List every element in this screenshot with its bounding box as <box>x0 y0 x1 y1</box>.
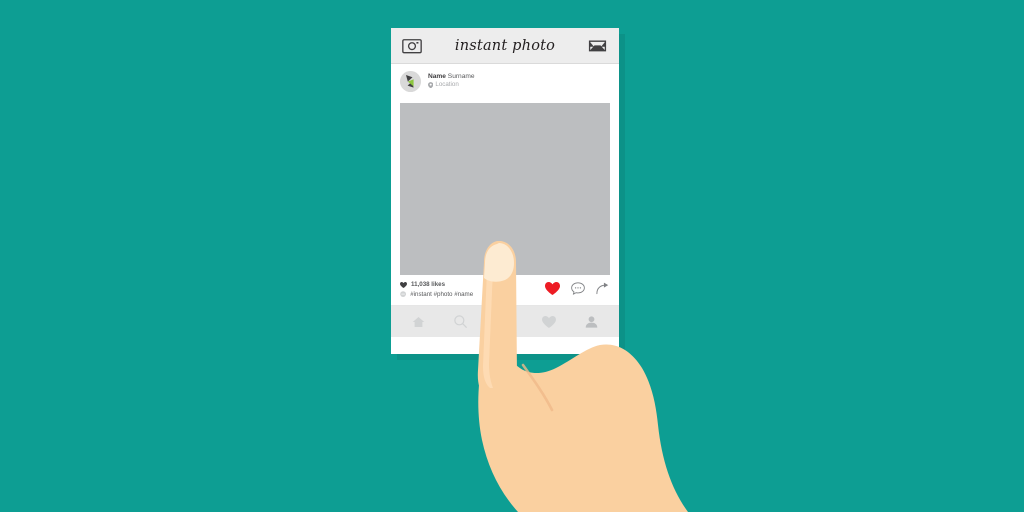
heart-icon[interactable] <box>545 282 560 300</box>
nav-camera-icon[interactable] <box>496 315 513 329</box>
user-name: Name Surname <box>428 72 475 81</box>
likes-count: 11,038 likes <box>411 281 446 288</box>
post-caption: #instant #photo #name <box>410 291 474 298</box>
nav-search-icon[interactable] <box>454 315 467 328</box>
user-location: Location <box>435 80 459 88</box>
nav-home-icon[interactable] <box>412 316 425 328</box>
thumb-crease <box>521 363 554 412</box>
app-title: instant photo <box>454 37 556 54</box>
post-user-row[interactable]: Name Surname Location <box>391 64 619 98</box>
nav-heart-icon[interactable] <box>542 315 557 328</box>
heart-filled-icon <box>400 281 407 288</box>
post-photo-wrap <box>391 98 619 275</box>
comment-icon[interactable] <box>571 282 585 300</box>
post-meta: 11,038 likes #instant #photo #name <box>391 275 619 306</box>
user-location-row: Location <box>428 80 475 89</box>
bottom-nav <box>391 306 619 337</box>
user-name-first: Name <box>428 72 446 80</box>
user-name-last: Surname <box>445 72 475 80</box>
user-meta: Name Surname Location <box>428 72 475 89</box>
location-pin-icon <box>428 81 434 89</box>
app-header: instant photo <box>391 28 619 64</box>
nav-profile-icon[interactable] <box>585 315 598 328</box>
likes-row: 11,038 likes <box>400 281 473 288</box>
post-actions <box>545 281 610 300</box>
canvas: instant photo Name Surname Location 11,0… <box>0 0 1024 512</box>
camera-icon[interactable] <box>402 37 422 55</box>
post-photo-placeholder[interactable] <box>400 103 610 275</box>
caption-row: #instant #photo #name <box>400 291 473 298</box>
comment-circle-icon <box>400 291 406 298</box>
instant-photo-app-card: instant photo Name Surname Location 11,0… <box>391 28 619 354</box>
share-icon[interactable] <box>596 282 610 300</box>
inbox-icon[interactable] <box>588 37 608 55</box>
post-meta-left: 11,038 likes #instant #photo #name <box>400 281 473 298</box>
avatar[interactable] <box>400 70 421 92</box>
